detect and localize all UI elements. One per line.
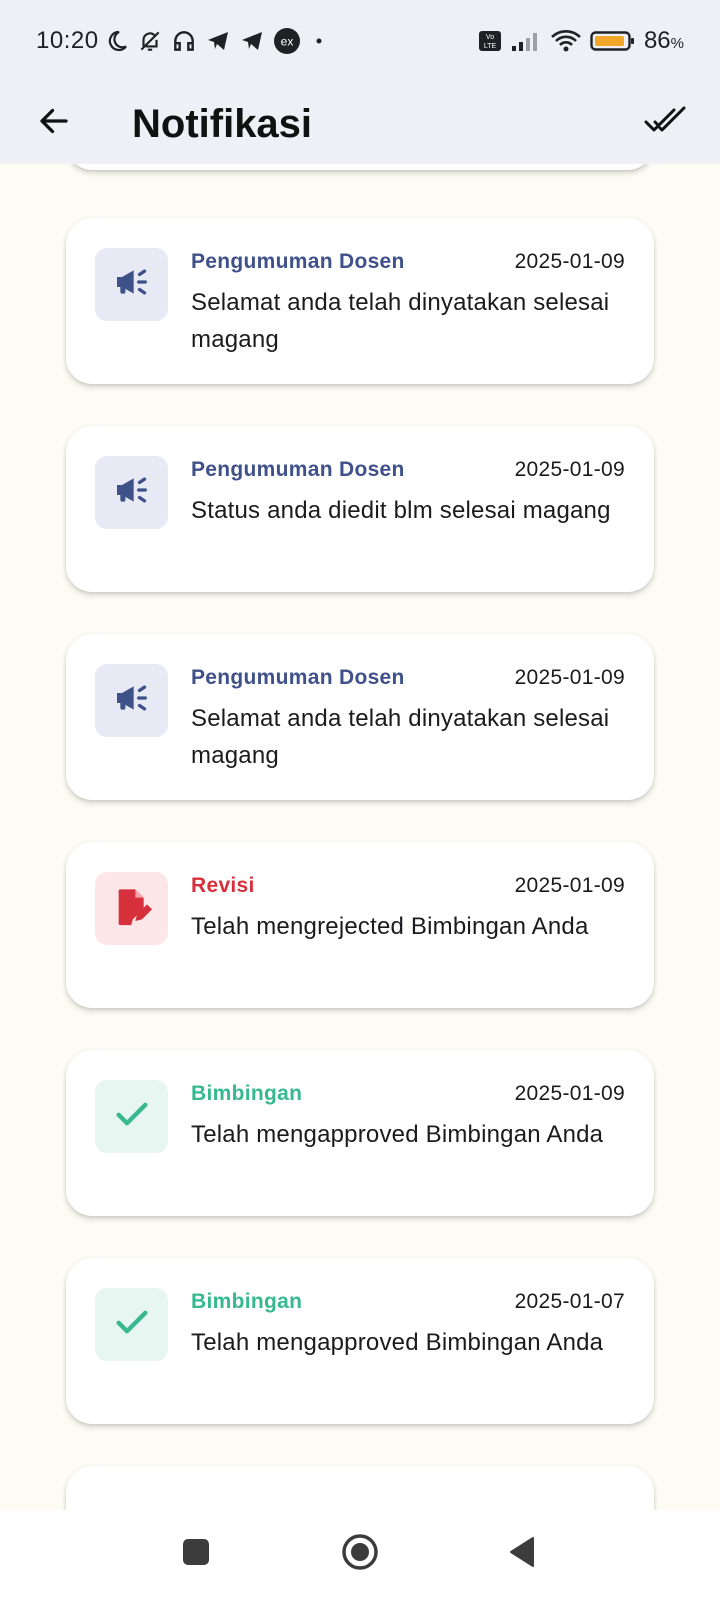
battery-percent: 86% <box>643 27 684 54</box>
notification-message: Selamat anda telah dinyatakan selesai ma… <box>191 705 610 769</box>
ex-app-icon: ex <box>273 27 301 55</box>
status-icons-right: Vo LTE 86% <box>478 27 684 55</box>
wifi-icon <box>550 28 582 54</box>
notification-card-partial[interactable] <box>66 1466 654 1510</box>
check-icon <box>112 1094 152 1139</box>
headphones-icon <box>171 28 197 54</box>
notification-icon-box <box>95 1080 168 1153</box>
page-title: Notifikasi <box>132 102 313 146</box>
notification-card-partial[interactable] <box>66 164 654 170</box>
megaphone-icon <box>112 678 152 723</box>
telegram-icon <box>205 29 231 53</box>
home-button[interactable] <box>338 1532 382 1576</box>
notification-icon-box <box>95 664 168 737</box>
home-circle-icon <box>340 1532 380 1577</box>
notification-date: 2025-01-07 <box>514 1290 625 1313</box>
back-triangle-icon <box>507 1535 537 1574</box>
svg-text:Vo: Vo <box>486 34 494 41</box>
svg-text:ex: ex <box>280 35 293 49</box>
notification-date: 2025-01-09 <box>514 458 625 481</box>
signal-icon <box>510 29 542 53</box>
notification-card[interactable]: Bimbingan 2025-01-07 Telah mengapproved … <box>66 1258 654 1424</box>
notification-message: Telah mengrejected Bimbingan Anda <box>191 913 589 940</box>
notification-message: Telah mengapproved Bimbingan Anda <box>191 1329 604 1356</box>
notification-category: Pengumuman Dosen <box>191 250 405 273</box>
recents-button[interactable] <box>174 1532 218 1576</box>
notification-icon-box <box>95 456 168 529</box>
notification-icon-box <box>95 248 168 321</box>
notification-category: Revisi <box>191 874 255 897</box>
notification-icon-box <box>95 1288 168 1361</box>
edit-document-icon <box>112 886 152 931</box>
moon-icon <box>105 29 129 53</box>
bell-off-icon <box>137 28 163 54</box>
telegram-icon <box>239 29 265 53</box>
notification-date: 2025-01-09 <box>514 250 625 273</box>
megaphone-icon <box>112 262 152 307</box>
notification-card[interactable]: Pengumuman Dosen 2025-01-09 Selamat anda… <box>66 218 654 384</box>
notification-category: Pengumuman Dosen <box>191 458 405 481</box>
status-time: 10:20 <box>36 27 99 54</box>
notification-category: Pengumuman Dosen <box>191 666 405 689</box>
done-all-icon <box>644 104 688 143</box>
notification-category: Bimbingan <box>191 1082 303 1105</box>
arrow-back-icon <box>36 103 72 144</box>
app-bar: Notifikasi <box>0 82 720 164</box>
notification-card[interactable]: Pengumuman Dosen 2025-01-09 Status anda … <box>66 426 654 592</box>
notification-message: Status anda diedit blm selesai magang <box>191 497 611 524</box>
volte-icon: Vo LTE <box>478 29 502 53</box>
battery-icon <box>590 29 636 53</box>
notification-message: Telah mengapproved Bimbingan Anda <box>191 1121 604 1148</box>
status-icons-left: ex <box>105 27 329 55</box>
notification-card[interactable]: Bimbingan 2025-01-09 Telah mengapproved … <box>66 1050 654 1216</box>
notification-date: 2025-01-09 <box>514 1082 625 1105</box>
check-icon <box>112 1302 152 1347</box>
notification-message: Selamat anda telah dinyatakan selesai ma… <box>191 289 610 353</box>
notification-icon-box <box>95 872 168 945</box>
nav-back-button[interactable] <box>500 1532 544 1576</box>
megaphone-icon <box>112 470 152 515</box>
notification-date: 2025-01-09 <box>514 874 625 897</box>
svg-text:LTE: LTE <box>484 43 497 50</box>
notification-list[interactable]: Pengumuman Dosen 2025-01-09 Selamat anda… <box>0 164 720 1510</box>
recents-square-icon <box>181 1537 211 1572</box>
back-button[interactable] <box>30 99 78 147</box>
notification-card[interactable]: Revisi 2025-01-09 Telah mengrejected Bim… <box>66 842 654 1008</box>
notification-category: Bimbingan <box>191 1290 303 1313</box>
notification-date: 2025-01-09 <box>514 666 625 689</box>
mark-all-read-button[interactable] <box>640 99 692 147</box>
dot-icon <box>309 31 329 51</box>
notification-card[interactable]: Pengumuman Dosen 2025-01-09 Selamat anda… <box>66 634 654 800</box>
status-bar: 10:20 ex Vo LTE 86% <box>0 0 720 82</box>
system-nav-bar <box>0 1510 720 1600</box>
